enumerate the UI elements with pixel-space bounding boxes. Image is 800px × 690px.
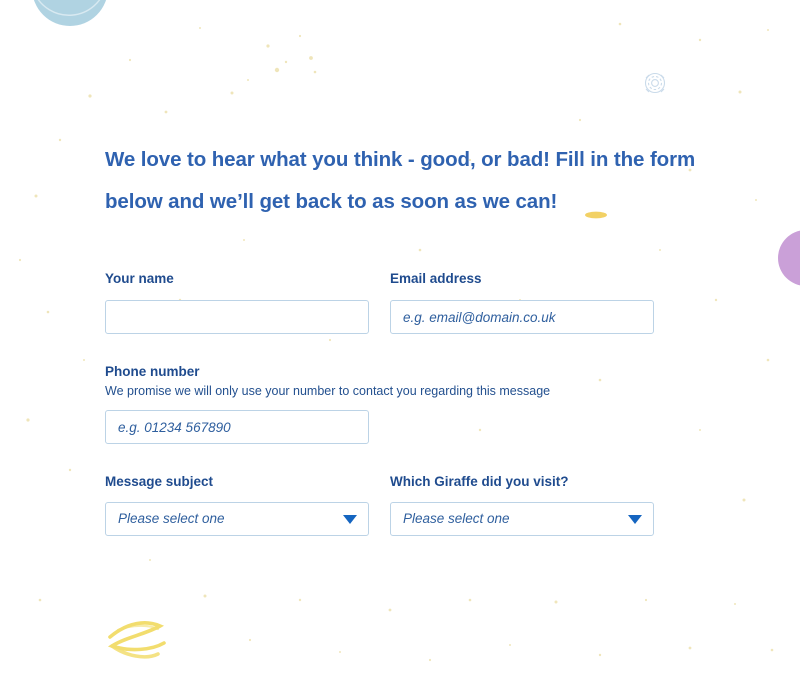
contact-form-page: We love to hear what you think - good, o… [0,0,800,690]
email-address-input[interactable] [390,300,654,334]
which-giraffe-selected-value: Please select one [403,511,510,526]
which-giraffe-label: Which Giraffe did you visit? [390,474,569,489]
contact-form: Your name Email address Phone number We … [0,0,800,690]
chevron-down-icon[interactable] [628,515,642,524]
phone-number-help-text: We promise we will only use your number … [105,384,551,398]
phone-number-input[interactable] [105,410,369,444]
your-name-input[interactable] [105,300,369,334]
phone-number-label: Phone number [105,364,200,379]
which-giraffe-select[interactable]: Please select one [390,502,654,536]
message-subject-selected-value: Please select one [118,511,225,526]
email-address-label: Email address [390,271,482,286]
message-subject-label: Message subject [105,474,214,489]
your-name-label: Your name [105,271,174,286]
message-subject-select[interactable]: Please select one [105,502,369,536]
chevron-down-icon[interactable] [343,515,357,524]
